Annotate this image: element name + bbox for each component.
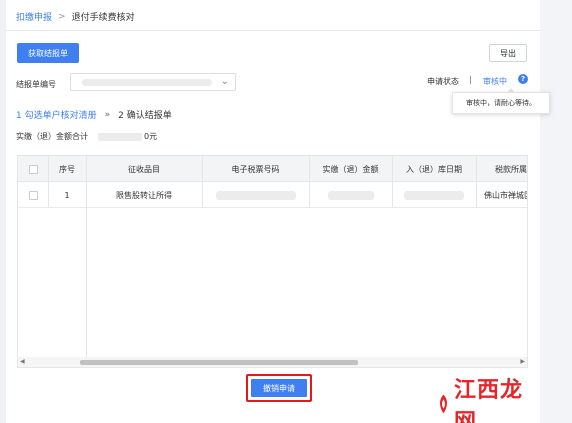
total-suffix: 0元 (144, 132, 158, 141)
breadcrumb-current: 退付手续费核对 (71, 13, 135, 23)
cancel-application-button[interactable]: 撤销申请 (251, 379, 307, 397)
step-2-current: 2 确认结报单 (118, 111, 172, 121)
table-header: 序号 征收品目 电子税票号码 实缴（退）金额 入（退）库日期 税款所属 (18, 156, 527, 182)
column-header-amount: 实缴（退）金额 (322, 164, 379, 174)
watermark: 江西龙网 (436, 372, 540, 423)
breadcrumb: 扣缴申报 > 退付手续费核对 (16, 10, 135, 24)
data-table: 序号 征收品目 电子税票号码 实缴（退）金额 入（退）库日期 税款所属 1 限售… (17, 155, 528, 368)
select-all-checkbox[interactable] (28, 164, 38, 174)
breadcrumb-separator: > (58, 11, 66, 22)
cell-amount (309, 182, 392, 208)
help-icon[interactable]: ? (518, 74, 528, 84)
row-checkbox[interactable] (28, 190, 38, 200)
step-separator: » (104, 109, 111, 120)
column-header-tax-dept: 税款所属 (495, 164, 527, 174)
get-report-button[interactable]: 获取结报单 (17, 43, 79, 63)
column-header-date: 入（退）库日期 (406, 164, 462, 174)
cell-item: 限售股转让所得 (116, 190, 172, 200)
total-amount: 实缴（退）金额合计 0元 (16, 131, 157, 142)
status-value: 审核中 (483, 77, 507, 86)
scroll-right-icon[interactable]: ▶ (520, 358, 525, 365)
redacted-ticket-no (215, 190, 296, 200)
report-no-label: 结报单编号 (16, 80, 56, 89)
scroll-left-icon[interactable]: ◀ (20, 358, 25, 365)
watermark-text: 江西龙网 (453, 378, 523, 423)
redacted-value (82, 79, 212, 86)
main-panel: 扣缴申报 > 退付手续费核对 获取结报单 导出 结报单编号 ⌄ 申请状态 | 审… (6, 0, 540, 423)
right-gutter (540, 0, 572, 423)
status-separator: | (469, 75, 472, 84)
report-no-select[interactable]: ⌄ (70, 73, 236, 91)
cell-ticket-no (202, 182, 309, 208)
export-button[interactable]: 导出 (489, 44, 527, 62)
row-checkbox-cell (18, 182, 48, 208)
column-header-seq: 序号 (59, 164, 75, 174)
step-1-link[interactable]: 1 勾选单户核对清册 (16, 108, 97, 121)
redacted-date (404, 190, 464, 200)
status-tooltip: 审核中，请耐心等待。 (452, 92, 550, 114)
redacted-amount (98, 132, 142, 141)
scroll-thumb[interactable] (80, 360, 358, 365)
steps-nav: 1 勾选单户核对清册 » 2 确认结报单 (16, 108, 172, 122)
watermark-logo-icon (439, 394, 447, 414)
breadcrumb-link-withholding[interactable]: 扣缴申报 (16, 10, 52, 23)
total-label: 实缴（退）金额合计 (16, 132, 88, 141)
cell-tax-dept: 佛山市禅城区 (484, 190, 528, 200)
select-all-cell (18, 156, 48, 182)
redacted-amount-cell (327, 190, 374, 200)
table-row[interactable]: 1 限售股转让所得 佛山市禅城区 (18, 182, 528, 208)
header-divider (6, 30, 540, 31)
horizontal-scrollbar[interactable]: ◀ ▶ (18, 357, 527, 367)
column-header-ticket-no: 电子税票号码 (231, 164, 280, 174)
column-header-item: 征收品目 (128, 164, 160, 174)
cancel-highlight-box: 撤销申请 (246, 374, 312, 402)
status-label: 申请状态 (427, 77, 459, 86)
cell-date (392, 182, 476, 208)
chevron-down-icon: ⌄ (220, 76, 229, 87)
cell-seq: 1 (64, 190, 70, 200)
